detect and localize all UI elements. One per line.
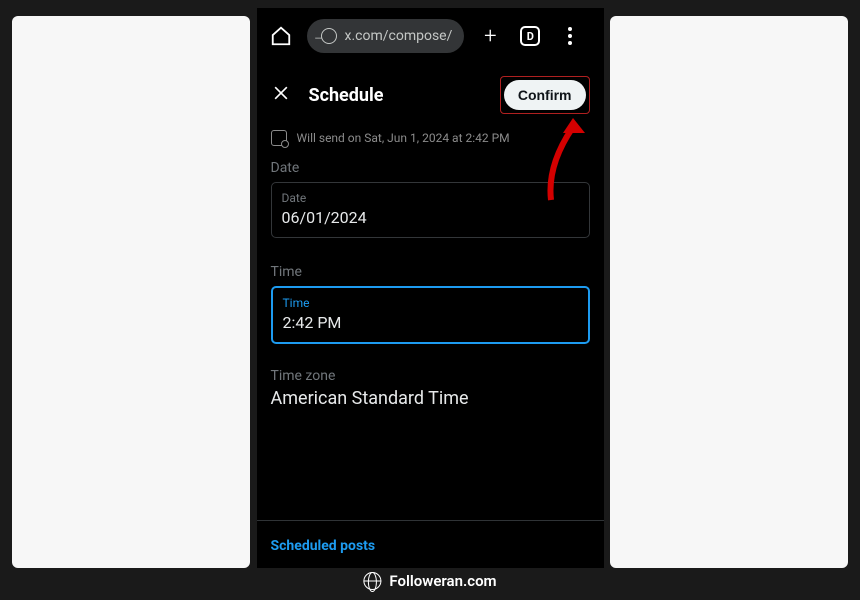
close-icon[interactable] bbox=[271, 83, 293, 108]
tabs-button[interactable]: D bbox=[516, 26, 544, 46]
watermark-text: Followeran.com bbox=[389, 572, 496, 590]
time-field[interactable]: Time 2:42 PM bbox=[271, 286, 590, 344]
date-field[interactable]: Date 06/01/2024 bbox=[271, 182, 590, 238]
side-panel-right bbox=[610, 16, 848, 568]
plus-icon: + bbox=[484, 24, 496, 49]
footer-row: Scheduled posts bbox=[257, 520, 604, 568]
new-tab-button[interactable]: + bbox=[476, 24, 504, 49]
tab-badge: D bbox=[527, 30, 534, 43]
date-inner-label: Date bbox=[282, 191, 579, 205]
send-info-row: Will send on Sat, Jun 1, 2024 at 2:42 PM bbox=[271, 130, 590, 146]
kebab-icon bbox=[568, 27, 572, 45]
page-header: Schedule Confirm bbox=[257, 64, 604, 126]
home-icon[interactable] bbox=[267, 22, 295, 50]
send-info-text: Will send on Sat, Jun 1, 2024 at 2:42 PM bbox=[297, 131, 510, 145]
browser-menu-button[interactable] bbox=[556, 27, 584, 45]
url-bar[interactable]: x.com/compose/ bbox=[307, 19, 465, 53]
date-value: 06/01/2024 bbox=[282, 208, 579, 227]
scheduled-posts-link[interactable]: Scheduled posts bbox=[271, 538, 376, 554]
schedule-form: Will send on Sat, Jun 1, 2024 at 2:42 PM… bbox=[257, 126, 604, 409]
timezone-label: Time zone bbox=[271, 368, 590, 384]
timezone-value: American Standard Time bbox=[271, 388, 590, 409]
time-value: 2:42 PM bbox=[283, 313, 578, 332]
url-text: x.com/compose/ bbox=[345, 28, 453, 44]
calendar-clock-icon bbox=[271, 130, 287, 146]
time-inner-label: Time bbox=[283, 296, 578, 310]
date-label: Date bbox=[271, 160, 590, 176]
site-settings-icon bbox=[319, 29, 337, 43]
tab-count-box: D bbox=[520, 26, 540, 46]
confirm-highlight-box: Confirm bbox=[500, 76, 590, 114]
side-panel-left bbox=[12, 16, 250, 568]
confirm-button[interactable]: Confirm bbox=[504, 80, 586, 110]
page-title: Schedule bbox=[309, 85, 484, 106]
time-label: Time bbox=[271, 264, 590, 280]
phone-frame: x.com/compose/ + D Schedule Confirm bbox=[257, 8, 604, 568]
watermark: Followeran.com bbox=[363, 572, 496, 590]
globe-icon bbox=[363, 572, 381, 590]
browser-toolbar: x.com/compose/ + D bbox=[257, 8, 604, 64]
